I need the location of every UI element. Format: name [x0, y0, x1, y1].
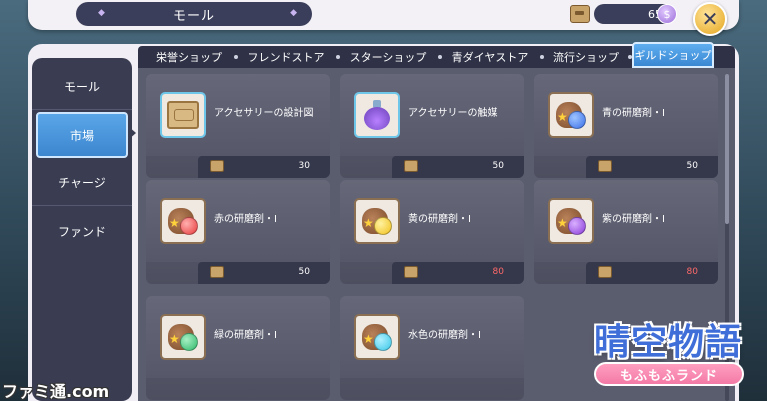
watermark: ファミ通.com — [2, 382, 110, 401]
guild-ticket-icon — [404, 160, 418, 172]
price-bar: 80 — [586, 262, 718, 284]
sidebar-item-mall[interactable]: モール — [32, 64, 132, 110]
guild-ticket-icon — [570, 5, 590, 23]
item-icon-frame: ★ — [160, 314, 206, 360]
tab-separator-icon — [438, 55, 442, 59]
item-icon-frame: ★ — [160, 198, 206, 244]
item-icon-frame — [160, 92, 206, 138]
item-name: 紫の研磨剤・I — [602, 214, 665, 225]
sidebar-active-arrow-icon — [128, 126, 136, 140]
logo-subtitle: もふもふランド — [594, 362, 744, 386]
tab-label: 栄誉ショップ — [156, 51, 222, 64]
guild-ticket-icon — [404, 266, 418, 278]
catalyst-bottle-icon — [364, 100, 390, 130]
sidebar-item-market[interactable]: 市場 — [36, 112, 128, 158]
tab-label: 流行ショップ — [553, 51, 619, 64]
sidebar-item-label: 市場 — [69, 128, 94, 143]
sidebar-item-label: ファンド — [57, 224, 106, 239]
item-icon-frame: ★ — [354, 314, 400, 360]
sidebar: モール 市場 チャージ ファンド — [32, 58, 132, 401]
price-bar: 50 — [198, 262, 330, 284]
tab-label: スターショップ — [349, 51, 427, 64]
item-name: 赤の研磨剤・I — [214, 214, 277, 225]
tab-star-shop[interactable]: スターショップ — [342, 46, 434, 68]
add-currency-button[interactable]: $ — [657, 4, 677, 24]
game-logo: 晴空物語 もふもふランド — [580, 312, 760, 392]
tab-label: フレンドストア — [247, 51, 325, 64]
tab-blue-diamond-store[interactable]: 青ダイヤストア — [444, 46, 536, 68]
tab-label: 青ダイヤストア — [451, 51, 529, 64]
item-price: 50 — [686, 161, 698, 171]
shop-item-card[interactable]: アクセサリーの設計図 30 — [146, 74, 330, 178]
price-bar: 80 — [392, 262, 524, 284]
shop-item-card[interactable]: ★ 青の研磨剤・I 50 — [534, 74, 718, 178]
header-title-pill: ◆ モール ◆ — [76, 2, 312, 26]
close-button[interactable]: ✕ — [693, 2, 727, 36]
guild-ticket-icon — [210, 266, 224, 278]
red-polish-bag-icon: ★ — [166, 205, 200, 237]
item-icon-frame: ★ — [548, 198, 594, 244]
sidebar-item-label: モール — [63, 80, 100, 94]
item-name: 水色の研磨剤・I — [408, 330, 481, 341]
title-deco-right-icon: ◆ — [290, 8, 298, 18]
purple-polish-bag-icon: ★ — [554, 205, 588, 237]
item-name: 黄の研磨剤・I — [408, 214, 471, 225]
price-bar: 30 — [198, 156, 330, 178]
item-price: 80 — [686, 267, 698, 277]
guild-ticket-icon — [598, 160, 612, 172]
shop-tabs: 栄誉ショップ フレンドストア スターショップ 青ダイヤストア 流行ショップ ギル… — [138, 42, 735, 68]
item-name: 青の研磨剤・I — [602, 108, 665, 119]
tab-guild-shop[interactable]: ギルドショップ — [632, 42, 714, 68]
sidebar-item-label: チャージ — [58, 176, 106, 190]
price-bar: 50 — [392, 156, 524, 178]
item-icon-frame: ★ — [548, 92, 594, 138]
item-icon-frame — [354, 92, 400, 138]
price-bar: 50 — [586, 156, 718, 178]
shop-item-card[interactable]: ★ 赤の研磨剤・I 50 — [146, 180, 330, 284]
grid-scrollbar-thumb[interactable] — [725, 74, 729, 224]
yellow-polish-bag-icon: ★ — [360, 205, 394, 237]
item-name: アクセサリーの設計図 — [214, 108, 314, 119]
sidebar-item-charge[interactable]: チャージ — [32, 160, 132, 206]
item-price: 50 — [492, 161, 504, 171]
item-price: 50 — [298, 267, 310, 277]
tab-trend-shop[interactable]: 流行ショップ — [546, 46, 626, 68]
shop-item-card[interactable]: ★ 黄の研磨剤・I 80 — [340, 180, 524, 284]
blueprint-scroll-icon — [167, 101, 199, 129]
shop-item-card[interactable]: ★ 水色の研磨剤・I — [340, 296, 524, 400]
sidebar-item-fund[interactable]: ファンド — [32, 208, 132, 254]
item-name: 緑の研磨剤・I — [214, 330, 277, 341]
item-icon-frame: ★ — [354, 198, 400, 244]
shop-item-card[interactable]: ★ 紫の研磨剤・I 80 — [534, 180, 718, 284]
lightblue-polish-bag-icon: ★ — [360, 321, 394, 353]
tab-honor-shop[interactable]: 栄誉ショップ — [148, 46, 230, 68]
title-deco-left-icon: ◆ — [98, 8, 106, 18]
top-bar: ◆ モール ◆ 65 — [28, 0, 739, 30]
green-polish-bag-icon: ★ — [166, 321, 200, 353]
tab-separator-icon — [540, 55, 544, 59]
header-title: モール — [172, 8, 215, 24]
item-name: アクセサリーの触媒 — [408, 108, 498, 119]
tab-friend-store[interactable]: フレンドストア — [240, 46, 332, 68]
tab-separator-icon — [336, 55, 340, 59]
tab-label: ギルドショップ — [634, 49, 712, 62]
shop-item-card[interactable]: ★ 緑の研磨剤・I — [146, 296, 330, 400]
shop-item-card[interactable]: アクセサリーの触媒 50 — [340, 74, 524, 178]
guild-ticket-icon — [598, 266, 612, 278]
tab-separator-icon — [234, 55, 238, 59]
guild-ticket-icon — [210, 160, 224, 172]
item-price: 30 — [298, 161, 310, 171]
logo-title: 晴空物語 — [593, 321, 742, 363]
item-price: 80 — [492, 267, 504, 277]
blue-polish-bag-icon: ★ — [554, 99, 588, 131]
